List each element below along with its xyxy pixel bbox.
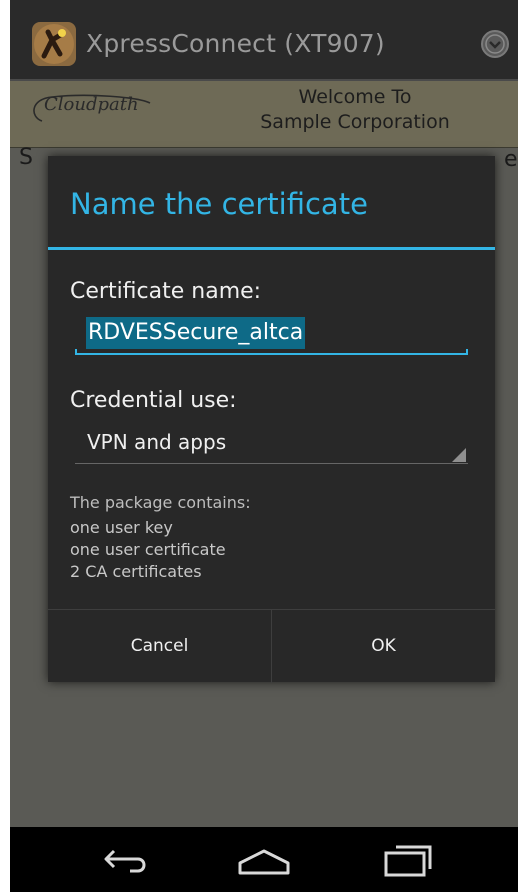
home-icon[interactable] — [234, 839, 294, 879]
cancel-button[interactable]: Cancel — [48, 610, 271, 683]
package-contents: The package contains: one user key one u… — [70, 492, 251, 583]
certificate-name-label: Certificate name: — [70, 279, 262, 304]
welcome-text: Welcome To Sample Corporation — [230, 85, 480, 135]
background-text-left: S — [19, 145, 33, 170]
app-title: XpressConnect (XT907) — [86, 29, 385, 58]
welcome-line-1: Welcome To — [298, 86, 412, 108]
back-arrow-icon[interactable] — [96, 839, 156, 879]
package-header: The package contains: — [70, 493, 251, 512]
name-certificate-dialog: Name the certificate Certificate name: R… — [48, 156, 495, 683]
dialog-title-divider — [48, 247, 495, 250]
welcome-line-2: Sample Corporation — [260, 111, 450, 133]
credential-use-label: Credential use: — [70, 388, 237, 413]
ok-button[interactable]: OK — [272, 610, 495, 683]
input-underline — [75, 349, 468, 355]
recent-apps-icon[interactable] — [378, 839, 438, 879]
credential-use-dropdown[interactable]: VPN and apps — [75, 424, 468, 464]
certificate-name-value: RDVESSecure_altca — [86, 317, 306, 349]
certificate-name-input[interactable]: RDVESSecure_altca — [75, 313, 468, 355]
branding-header: Cloudpath Welcome To Sample Corporation — [10, 81, 518, 147]
dialog-title: Name the certificate — [70, 187, 368, 221]
package-item: one user key — [70, 518, 173, 537]
background-text-right: e. — [504, 147, 518, 172]
circle-chevron-down-icon[interactable] — [480, 29, 510, 59]
package-item: 2 CA certificates — [70, 562, 202, 581]
brand-name: Cloudpath — [44, 94, 139, 115]
dropdown-underline — [75, 463, 468, 464]
package-item: one user certificate — [70, 540, 226, 559]
system-nav-bar — [10, 827, 518, 892]
dropdown-triangle-icon — [452, 448, 466, 462]
dialog-button-bar: Cancel OK — [48, 609, 495, 683]
credential-use-value: VPN and apps — [87, 430, 227, 454]
phone-screen: XpressConnect (XT907) Cloudpath Welcome … — [10, 0, 518, 892]
xpressconnect-logo-icon — [32, 22, 76, 66]
header-divider — [10, 147, 518, 148]
app-bar: XpressConnect (XT907) — [10, 0, 518, 81]
